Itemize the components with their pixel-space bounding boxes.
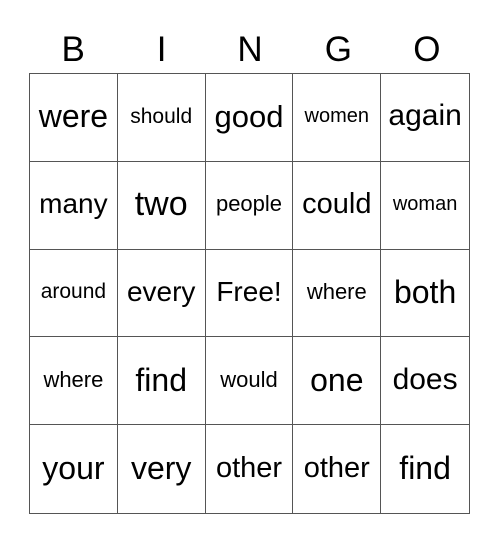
header-letter-n: N — [237, 30, 263, 69]
bingo-cell[interactable]: both — [381, 250, 469, 338]
header-letter-g: G — [324, 30, 353, 69]
bingo-cell[interactable]: woman — [381, 162, 469, 250]
bingo-cell[interactable]: many — [30, 161, 118, 250]
bingo-cell[interactable]: other — [293, 425, 382, 513]
bingo-cell[interactable]: should — [117, 74, 206, 162]
bingo-cell[interactable]: women — [293, 74, 382, 162]
header-letter-b: B — [61, 30, 85, 69]
bingo-cell[interactable]: two — [117, 161, 206, 250]
header-letter-i: I — [156, 30, 167, 69]
bingo-cell[interactable]: around — [30, 249, 118, 338]
bingo-grid: were should good women again many two pe… — [29, 73, 470, 514]
bingo-cell[interactable]: would — [205, 337, 294, 426]
bingo-cell[interactable]: where — [30, 337, 118, 426]
bingo-header: B I N G O — [29, 28, 471, 72]
bingo-cell[interactable]: find — [117, 337, 206, 426]
header-letter-o: O — [413, 30, 441, 69]
bingo-cell[interactable]: where — [293, 249, 382, 338]
bingo-cell[interactable]: people — [205, 161, 294, 250]
bingo-cell[interactable]: does — [381, 337, 469, 426]
bingo-cell[interactable]: were — [30, 74, 118, 162]
bingo-cell[interactable]: every — [117, 249, 206, 338]
bingo-cell[interactable]: one — [293, 337, 382, 426]
bingo-cell[interactable]: find — [381, 425, 469, 513]
bingo-cell[interactable]: very — [118, 425, 206, 513]
bingo-cell[interactable]: could — [293, 161, 382, 250]
bingo-cell[interactable]: again — [381, 74, 469, 162]
bingo-cell[interactable]: good — [205, 74, 294, 162]
bingo-cell[interactable]: other — [206, 425, 294, 513]
free-space-cell[interactable]: Free! — [205, 249, 294, 338]
bingo-cell[interactable]: your — [30, 425, 118, 513]
